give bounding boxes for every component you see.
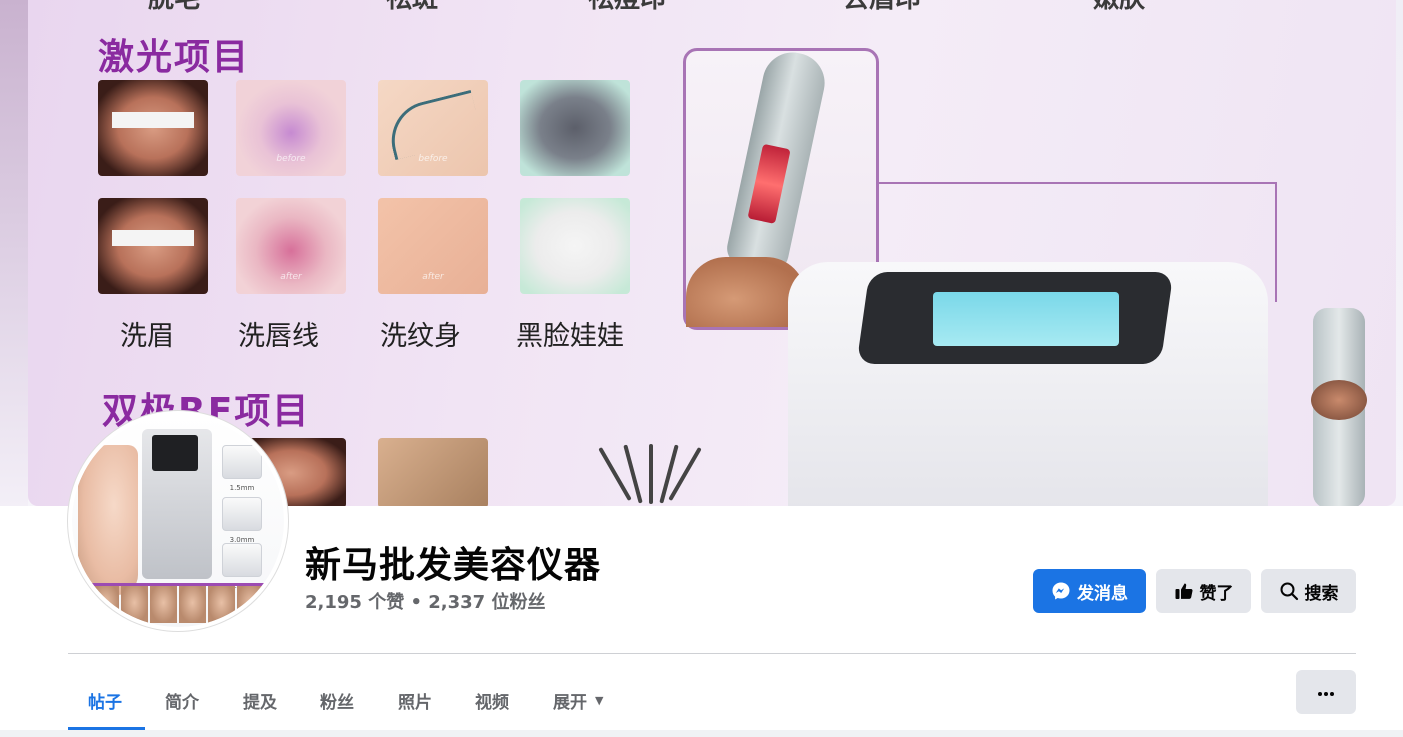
messenger-icon bbox=[1051, 581, 1071, 601]
message-button-label: 发消息 bbox=[1077, 583, 1128, 604]
cover-thumb-mask-before bbox=[520, 80, 630, 176]
page-title: 新马批发美容仪器 bbox=[305, 545, 602, 586]
tab-label: 视频 bbox=[475, 692, 509, 713]
feather-graphic bbox=[598, 424, 702, 504]
cover-caption: 洗纹身 bbox=[380, 321, 461, 352]
cover-caption: 洗唇线 bbox=[238, 321, 319, 352]
search-button[interactable]: 搜索 bbox=[1261, 569, 1356, 613]
cover-thumb-rf bbox=[378, 438, 488, 506]
liked-button-label: 赞了 bbox=[1199, 583, 1234, 604]
thumbs-up-icon bbox=[1174, 581, 1194, 601]
cover-top-label: 祛痘印 bbox=[588, 0, 666, 15]
more-options-button[interactable] bbox=[1296, 670, 1356, 714]
cover-thumb-tattoo-after: after bbox=[378, 198, 488, 294]
avatar-cartridge: 3.0mm bbox=[222, 497, 262, 544]
liked-button[interactable]: 赞了 bbox=[1156, 569, 1251, 613]
handpiece bbox=[723, 46, 831, 276]
tab-followers[interactable]: 粉丝 bbox=[320, 670, 354, 730]
more-horizontal-icon bbox=[1316, 685, 1336, 700]
cover-edge-fade bbox=[0, 0, 28, 506]
tab-label: 粉丝 bbox=[320, 692, 354, 713]
search-button-label: 搜索 bbox=[1304, 583, 1339, 604]
cover-top-label: 祛斑 bbox=[386, 0, 438, 15]
cover-caption: 黑脸娃娃 bbox=[516, 321, 624, 352]
tab-label: 提及 bbox=[243, 692, 277, 713]
cover-thumb-brow-before bbox=[98, 80, 208, 176]
tab-label: 简介 bbox=[165, 692, 199, 713]
machine-arm-tip bbox=[1311, 380, 1367, 420]
tab-photos[interactable]: 照片 bbox=[398, 670, 432, 730]
cover-section-laser: 激光项目 bbox=[98, 37, 251, 78]
avatar-face bbox=[78, 445, 138, 595]
tab-mentions[interactable]: 提及 bbox=[243, 670, 277, 730]
cover-top-label: 去眉印 bbox=[843, 0, 921, 15]
search-icon bbox=[1279, 581, 1299, 601]
tab-label: 照片 bbox=[398, 692, 432, 713]
avatar-face-strip bbox=[92, 583, 264, 623]
avatar-cartridge: 4.5mm bbox=[222, 543, 262, 590]
tab-about[interactable]: 简介 bbox=[165, 670, 199, 730]
page-stats[interactable]: 2,195 个赞 • 2,337 位粉丝 bbox=[305, 588, 545, 614]
message-button[interactable]: 发消息 bbox=[1033, 569, 1146, 613]
cover-caption: 洗眉 bbox=[120, 321, 174, 352]
cover-top-label: 脱毛 bbox=[148, 0, 200, 15]
cover-top-label: 嫩肤 bbox=[1093, 0, 1145, 15]
avatar-cartridge: 1.5mm bbox=[222, 445, 262, 492]
avatar-device bbox=[142, 429, 212, 579]
cover-top-labels: 脱毛 祛斑 祛痘印 去眉印 嫩肤 bbox=[28, 0, 1396, 14]
cover-thumb-tattoo-before: before bbox=[378, 80, 488, 176]
tab-posts[interactable]: 帖子 bbox=[88, 670, 122, 730]
cover-thumb-lip-after: after bbox=[236, 198, 346, 294]
tab-label: 展开 bbox=[553, 692, 587, 713]
profile-divider bbox=[68, 653, 1356, 654]
feed-background bbox=[0, 730, 1403, 737]
cover-thumb-brow-after bbox=[98, 198, 208, 294]
tab-videos[interactable]: 视频 bbox=[475, 670, 509, 730]
caret-down-icon: ▼ bbox=[595, 693, 604, 707]
profile-avatar[interactable]: 1.5mm 3.0mm 4.5mm bbox=[68, 411, 288, 631]
tab-more[interactable]: 展开 ▼ bbox=[553, 670, 603, 730]
cover-thumb-mask-after bbox=[520, 198, 630, 294]
tab-label: 帖子 bbox=[88, 692, 122, 713]
cover-thumb-lip-before: before bbox=[236, 80, 346, 176]
machine-screen bbox=[933, 292, 1119, 346]
